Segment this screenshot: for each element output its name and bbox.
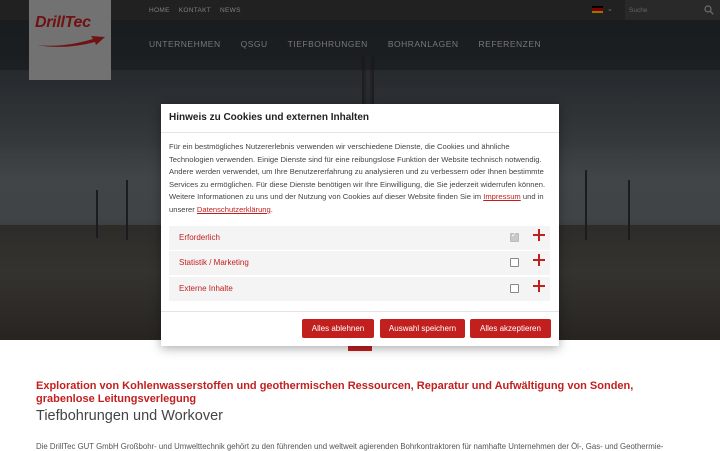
expand-plus-icon[interactable] <box>533 229 545 241</box>
category-externe-inhalte[interactable]: Externe Inhalte <box>169 277 550 302</box>
category-statistik-marketing[interactable]: Statistik / Marketing <box>169 251 550 276</box>
category-checkbox-disabled <box>510 231 519 242</box>
category-erforderlich[interactable]: Erforderlich <box>169 226 550 251</box>
expand-plus-icon[interactable] <box>533 254 545 266</box>
datenschutz-link[interactable]: Datenschutzerklärung <box>197 205 271 214</box>
divider <box>161 311 559 312</box>
expand-plus-icon[interactable] <box>533 280 545 292</box>
page-subheadline: Tiefbohrungen und Workover <box>36 408 223 424</box>
accept-all-button[interactable]: Alles akzeptieren <box>470 319 551 338</box>
category-label: Externe Inhalte <box>179 284 233 293</box>
reject-all-button[interactable]: Alles ablehnen <box>302 319 374 338</box>
category-label: Erforderlich <box>179 233 220 242</box>
impressum-link[interactable]: Impressum <box>483 192 521 201</box>
dialog-title: Hinweis zu Cookies und externen Inhalten <box>169 112 370 123</box>
cookie-consent-dialog: Hinweis zu Cookies und externen Inhalten… <box>161 104 559 346</box>
category-checkbox[interactable] <box>510 258 519 267</box>
page-headline: Exploration von Kohlenwasserstoffen und … <box>36 380 634 405</box>
divider <box>161 132 559 133</box>
dialog-body: Für ein bestmögliches Nutzererlebnis ver… <box>169 141 552 217</box>
category-label: Statistik / Marketing <box>179 258 249 267</box>
category-checkbox[interactable] <box>510 284 519 293</box>
save-selection-button[interactable]: Auswahl speichern <box>380 319 465 338</box>
dialog-body-end: . <box>270 204 273 214</box>
